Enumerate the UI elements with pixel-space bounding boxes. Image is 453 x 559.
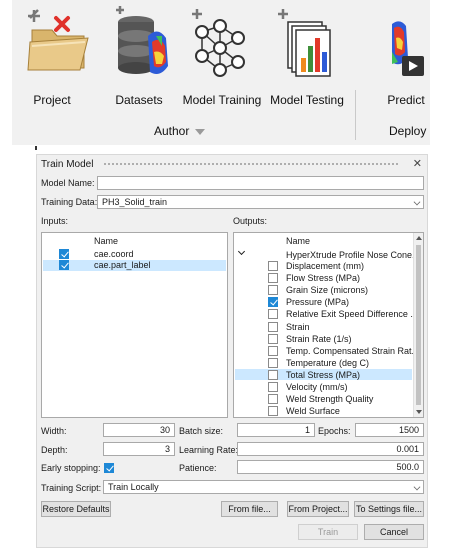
output-row-name: Relative Exit Speed Difference ... — [286, 309, 418, 320]
chevron-down-icon — [413, 483, 421, 491]
neural-network-icon — [192, 9, 245, 77]
output-checkbox[interactable] — [268, 261, 278, 271]
train-button[interactable]: Train — [298, 524, 358, 540]
patience-input[interactable]: 500.0 — [237, 460, 424, 474]
author-group-dropdown[interactable]: Author — [154, 124, 206, 138]
training-script-label: Training Script: — [41, 483, 102, 493]
scrollbar-thumb[interactable] — [416, 245, 421, 405]
ribbon-predict-label: Predict — [387, 93, 425, 107]
output-checkbox[interactable] — [268, 333, 278, 344]
learning-rate-input[interactable]: 0.001 — [237, 442, 424, 456]
outputs-label: Outputs: — [233, 216, 268, 226]
outputs-name-column-header[interactable]: Name — [286, 236, 310, 247]
ribbon-separator — [355, 90, 356, 140]
scroll-up-icon[interactable] — [416, 236, 422, 240]
ribbon-model-training-label: Model Training — [182, 93, 262, 107]
input-checkbox[interactable] — [59, 249, 69, 259]
training-data-value: PH3_Solid_train — [102, 197, 168, 207]
batch-size-label: Batch size: — [179, 426, 224, 436]
divider-mark — [35, 146, 37, 150]
epochs-label: Epochs: — [318, 426, 351, 436]
output-row-name: Displacement (mm) — [286, 261, 365, 271]
drag-handle[interactable] — [103, 162, 399, 167]
output-row-name: Velocity (mm/s) — [286, 382, 348, 392]
output-checkbox[interactable] — [268, 345, 278, 356]
deploy-group-label: Deploy — [389, 124, 427, 138]
output-checkbox[interactable] — [268, 357, 278, 368]
early-stopping-checkbox[interactable] — [104, 463, 114, 473]
input-checkbox[interactable] — [59, 260, 69, 270]
bar-chart-icon — [278, 9, 331, 77]
width-input[interactable]: 30 — [103, 423, 175, 437]
training-data-label: Training Data: — [41, 197, 98, 207]
chevron-down-icon — [413, 198, 421, 206]
patience-label: Patience: — [179, 463, 217, 473]
early-stopping-label: Early stopping: — [41, 463, 101, 473]
output-checkbox[interactable] — [268, 321, 278, 332]
from-project-button[interactable]: From Project... — [287, 501, 349, 517]
input-row-name: cae.coord — [94, 249, 134, 259]
restore-defaults-button[interactable]: Restore Defaults — [41, 501, 111, 517]
depth-input[interactable]: 3 — [103, 442, 175, 456]
output-checkbox[interactable] — [268, 406, 278, 417]
output-row-name: Temp. Compensated Strain Rat... — [286, 345, 420, 356]
training-script-value: Train Locally — [108, 482, 159, 492]
from-file-button[interactable]: From file... — [221, 501, 278, 517]
model-name-input[interactable] — [97, 176, 424, 190]
outputs-group-label: HyperXtrude Profile Nose Cone... — [286, 250, 420, 260]
chevron-down-icon — [195, 128, 206, 135]
model-name-label: Model Name: — [41, 178, 95, 188]
output-row-name: Temperature (deg C) — [286, 357, 370, 368]
predict-icon — [392, 21, 424, 76]
folder-project-icon — [27, 9, 89, 71]
output-row-name: Strain — [286, 321, 310, 332]
ribbon-project-label: Project — [33, 93, 71, 107]
ribbon-datasets-label: Datasets — [115, 93, 163, 107]
dialog-title: Train Model — [41, 159, 94, 170]
learning-rate-label: Learning Rate: — [179, 445, 239, 455]
outputs-list[interactable]: Name HyperXtrude Profile Nose Cone... Di… — [233, 232, 424, 418]
output-row-name: Flow Stress (MPa) — [286, 273, 361, 284]
ribbon-toolbar: Project Datasets Model Training Model Te… — [12, 0, 430, 145]
database-icon — [116, 6, 168, 75]
output-checkbox[interactable] — [268, 285, 278, 296]
output-row-name: Grain Size (microns) — [286, 285, 369, 296]
scroll-down-icon[interactable] — [416, 410, 422, 414]
batch-size-input[interactable]: 1 — [237, 423, 315, 437]
inputs-list[interactable]: Name cae.coord cae.part_label — [41, 232, 228, 418]
output-checkbox[interactable] — [268, 369, 278, 380]
output-checkbox[interactable] — [268, 394, 278, 405]
inputs-name-column-header[interactable]: Name — [94, 236, 118, 247]
output-row-name: Weld Surface — [286, 406, 340, 417]
ribbon-model-testing-label: Model Testing — [270, 93, 344, 107]
cancel-button[interactable]: Cancel — [364, 524, 424, 540]
output-checkbox[interactable] — [268, 382, 278, 392]
output-row-name: Strain Rate (1/s) — [286, 333, 352, 344]
to-settings-file-button[interactable]: To Settings file... — [354, 501, 424, 517]
training-script-select[interactable]: Train Locally — [103, 480, 424, 494]
training-data-select[interactable]: PH3_Solid_train — [97, 195, 424, 209]
output-checkbox[interactable] — [268, 273, 278, 284]
width-label: Width: — [41, 426, 67, 436]
output-checkbox[interactable] — [268, 297, 278, 308]
output-row-name: Pressure (MPa) — [286, 297, 350, 308]
train-model-dialog: Train Model ✕ Model Name: Training Data:… — [36, 154, 428, 548]
input-row-name: cae.part_label — [94, 260, 151, 270]
inputs-label: Inputs: — [41, 216, 69, 226]
output-checkbox[interactable] — [268, 309, 278, 320]
epochs-input[interactable]: 1500 — [355, 423, 424, 437]
close-icon[interactable]: ✕ — [413, 157, 422, 170]
expand-arrow-icon[interactable] — [237, 247, 246, 256]
output-row-name: Total Stress (MPa) — [286, 369, 361, 380]
author-group-label: Author — [154, 124, 190, 138]
outputs-scrollbar[interactable] — [413, 233, 423, 417]
depth-label: Depth: — [41, 445, 68, 455]
output-row-name: Weld Strength Quality — [286, 394, 374, 405]
